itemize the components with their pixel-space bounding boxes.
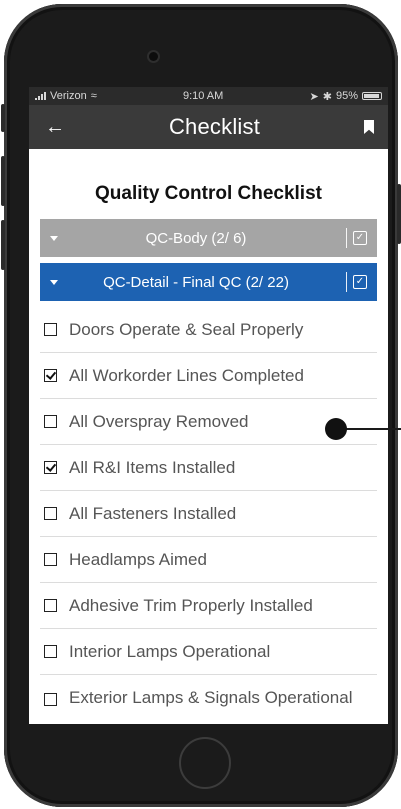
power-button: [397, 184, 401, 244]
battery-percent: 95%: [335, 90, 358, 102]
nav-title: Checklist: [168, 114, 261, 139]
front-camera: [149, 52, 158, 61]
checklist-items: Doors Operate & Seal Properly All Workor…: [40, 307, 377, 721]
caret-down-icon: [50, 279, 58, 285]
divider: [346, 272, 347, 292]
checkbox[interactable]: [44, 599, 57, 612]
side-button: [1, 104, 5, 132]
item-label: All Fasteners Installed: [69, 503, 237, 523]
checkbox[interactable]: [44, 553, 57, 566]
back-arrow-icon[interactable]: ←: [45, 117, 65, 137]
carrier-label: Verizon: [50, 90, 87, 102]
home-button[interactable]: [179, 737, 231, 789]
section-label: QC-Body (2/ 6): [145, 229, 247, 247]
checklist-item[interactable]: Headlamps Aimed: [40, 537, 377, 583]
checklist-item[interactable]: Adhesive Trim Properly Installed: [40, 583, 377, 629]
divider: [346, 228, 347, 248]
nav-bar: ← Checklist: [29, 105, 388, 149]
checklist-item[interactable]: Doors Operate & Seal Properly: [40, 307, 377, 353]
bluetooth-icon: ✱: [322, 90, 332, 103]
item-label: All R&I Items Installed: [69, 457, 236, 477]
item-label: All Workorder Lines Completed: [69, 365, 304, 385]
volume-down-button: [1, 220, 5, 270]
checkbox[interactable]: [44, 415, 57, 428]
checkbox-checked[interactable]: [44, 461, 57, 474]
checkbox[interactable]: [44, 693, 57, 706]
checklist-item[interactable]: All Workorder Lines Completed: [40, 353, 377, 399]
item-label: Exterior Lamps & Signals Operational: [69, 688, 353, 707]
item-label: Adhesive Trim Properly Installed: [69, 595, 313, 615]
checklist-item[interactable]: Exterior Lamps & Signals Operational: [40, 675, 377, 721]
check-all-icon[interactable]: ✓: [353, 275, 367, 289]
status-time: 9:10 AM: [182, 90, 224, 102]
checklist-item[interactable]: All Fasteners Installed: [40, 491, 377, 537]
callout-dot: [325, 418, 347, 440]
checkbox[interactable]: [44, 645, 57, 658]
checklist-item[interactable]: All R&I Items Installed: [40, 445, 377, 491]
phone-frame: Verizon ≈ 9:10 AM ➤ ✱ 95% ← Checklist Qu…: [1, 4, 401, 807]
check-all-icon[interactable]: ✓: [353, 231, 367, 245]
caret-down-icon: [50, 235, 58, 241]
section-header-qc-body[interactable]: QC-Body (2/ 6) ✓: [40, 219, 377, 257]
screen: Verizon ≈ 9:10 AM ➤ ✱ 95% ← Checklist Qu…: [29, 87, 388, 724]
checkbox[interactable]: [44, 507, 57, 520]
bookmark-icon[interactable]: [363, 120, 374, 134]
checklist-item[interactable]: Interior Lamps Operational: [40, 629, 377, 675]
wifi-icon: ≈: [90, 90, 97, 102]
volume-up-button: [1, 156, 5, 206]
item-label: Headlamps Aimed: [69, 549, 207, 569]
item-label: All Overspray Removed: [69, 411, 249, 431]
battery-icon: [361, 92, 382, 100]
checkbox-checked[interactable]: [44, 369, 57, 382]
section-header-qc-detail[interactable]: QC-Detail - Final QC (2/ 22) ✓: [40, 263, 377, 301]
location-icon: ➤: [309, 90, 319, 103]
section-label: QC-Detail - Final QC (2/ 22): [103, 273, 289, 291]
page-title: Quality Control Checklist: [95, 183, 322, 204]
checkbox[interactable]: [44, 323, 57, 336]
status-bar: Verizon ≈ 9:10 AM ➤ ✱ 95%: [29, 87, 388, 105]
signal-icon: [35, 92, 46, 100]
item-label: Interior Lamps Operational: [69, 641, 271, 661]
item-label: Doors Operate & Seal Properly: [69, 319, 304, 339]
